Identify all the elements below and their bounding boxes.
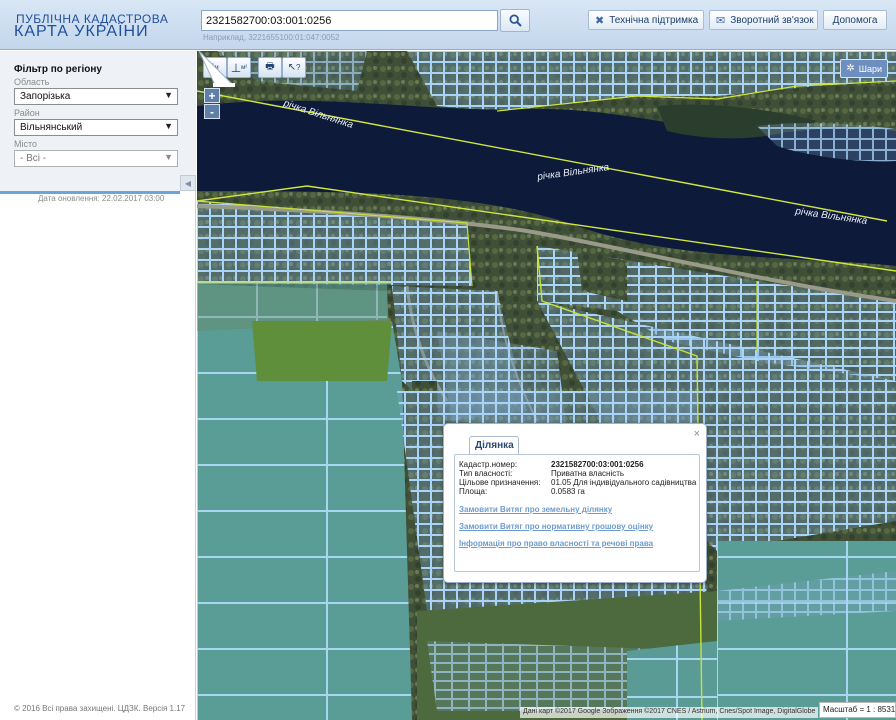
region-select-value: Запорізька bbox=[20, 91, 71, 102]
parcel-popup: × Ділянка Кадастр.номер: 2321582700:03:00… bbox=[443, 423, 707, 583]
envelope-icon: ✉ bbox=[716, 14, 726, 27]
close-icon[interactable]: × bbox=[694, 428, 700, 440]
zoom-out-button[interactable]: - bbox=[204, 104, 220, 119]
gear-icon: ✲ bbox=[846, 63, 855, 74]
field-value: 2321582700:03:001:0256 bbox=[551, 460, 644, 469]
feedback-button[interactable]: ✉ Зворотний зв'язок bbox=[709, 10, 818, 30]
district-label: Район bbox=[14, 108, 40, 118]
tech-support-label: Технічна підтримка bbox=[609, 14, 699, 26]
tools-group: 🖶 ↖? bbox=[258, 57, 306, 79]
tab-parcel[interactable]: Ділянка bbox=[469, 436, 519, 454]
zoom-in-button[interactable]: + bbox=[204, 88, 220, 103]
map-view[interactable]: річка Вільнянка річка Вільнянка річка Ві… bbox=[197, 51, 896, 720]
layers-button[interactable]: ✲ Шари bbox=[840, 59, 888, 78]
field-value: 0.0583 га bbox=[551, 487, 585, 496]
field-key: Площа: bbox=[459, 487, 488, 496]
search-button[interactable] bbox=[500, 9, 530, 32]
district-select-value: Вільнянський bbox=[20, 122, 83, 133]
region-select[interactable]: Запорізька ▼ bbox=[14, 88, 178, 105]
field-purpose: Цільове призначення: 01.05 Для індивідуал… bbox=[459, 478, 696, 487]
tools-icon: ✖ bbox=[595, 14, 605, 27]
logo-line-2[interactable]: КАРТА УКРАЇНИ bbox=[14, 23, 149, 41]
popup-pointer bbox=[198, 51, 235, 87]
district-select[interactable]: Вільнянський ▼ bbox=[14, 119, 178, 136]
field-key: Тип власності: bbox=[459, 469, 513, 478]
satellite-map[interactable] bbox=[197, 51, 896, 720]
feedback-label: Зворотний зв'язок bbox=[730, 14, 814, 26]
city-select-value: - Всі - bbox=[20, 153, 47, 164]
field-ownership-type: Тип власності: Приватна власність bbox=[459, 469, 624, 478]
city-label: Місто bbox=[14, 139, 38, 149]
parcel-details: Кадастр.номер: 2321582700:03:001:0256 Тип… bbox=[454, 454, 700, 572]
search-input[interactable] bbox=[201, 10, 498, 31]
field-key: Кадастр.номер: bbox=[459, 460, 518, 469]
header: ПУБЛІЧНА КАДАСТРОВА КАРТА УКРАЇНИ Наприк… bbox=[0, 0, 896, 50]
print-icon[interactable]: 🖶 bbox=[258, 57, 282, 78]
chevron-down-icon: ▼ bbox=[164, 121, 173, 131]
zoom-control: + - bbox=[204, 88, 220, 120]
info-cursor-icon[interactable]: ↖? bbox=[282, 57, 306, 78]
magnifier-icon bbox=[508, 14, 522, 27]
update-date: Дата оновлення: 22.02.2017 03:00 bbox=[38, 194, 165, 203]
map-scale: Масштаб = 1 : 8531 bbox=[819, 702, 896, 718]
search-hint: Наприклад, 3221655100:01:047:0052 bbox=[203, 33, 340, 42]
field-key: Цільове призначення: bbox=[459, 478, 541, 487]
map-attribution: Дані карт ©2017 Google Зображення ©2017 … bbox=[520, 707, 819, 718]
region-label: Область bbox=[14, 77, 50, 87]
chevron-down-icon: ▼ bbox=[164, 152, 173, 162]
ownership-info-link[interactable]: Інформація про право власності та речові… bbox=[459, 539, 653, 548]
filter-title: Фільтр по регіону bbox=[14, 64, 102, 75]
region-filter-panel: Фільтр по регіону Область Запорізька ▼ Р… bbox=[0, 51, 196, 191]
layers-label: Шари bbox=[858, 63, 882, 74]
help-label: Допомога bbox=[832, 14, 878, 26]
collapse-sidebar-button[interactable]: ◀ bbox=[180, 175, 196, 191]
chevron-down-icon: ▼ bbox=[164, 90, 173, 100]
city-select[interactable]: - Всі - ▼ bbox=[14, 150, 178, 167]
sidebar: Фільтр по регіону Область Запорізька ▼ Р… bbox=[0, 51, 196, 720]
copyright: © 2016 Всі права захищені. ЦДЗК. Версія … bbox=[14, 704, 186, 713]
order-land-extract-link[interactable]: Замовити Витяг про земельну ділянку bbox=[459, 505, 612, 514]
tech-support-button[interactable]: ✖ Технічна підтримка bbox=[588, 10, 704, 30]
field-value: 01.05 Для індивідуального садівництва bbox=[551, 478, 697, 487]
order-valuation-extract-link[interactable]: Замовити Витяг про нормативну грошову оц… bbox=[459, 522, 653, 531]
measure-area-label: м² bbox=[241, 64, 248, 71]
field-area: Площа: 0.0583 га bbox=[459, 487, 585, 496]
field-cadastral-number: Кадастр.номер: 2321582700:03:001:0256 bbox=[459, 460, 644, 469]
help-button[interactable]: Допомога bbox=[823, 10, 887, 30]
info-tool-label: ? bbox=[295, 63, 301, 72]
field-value: Приватна власність bbox=[551, 469, 625, 478]
